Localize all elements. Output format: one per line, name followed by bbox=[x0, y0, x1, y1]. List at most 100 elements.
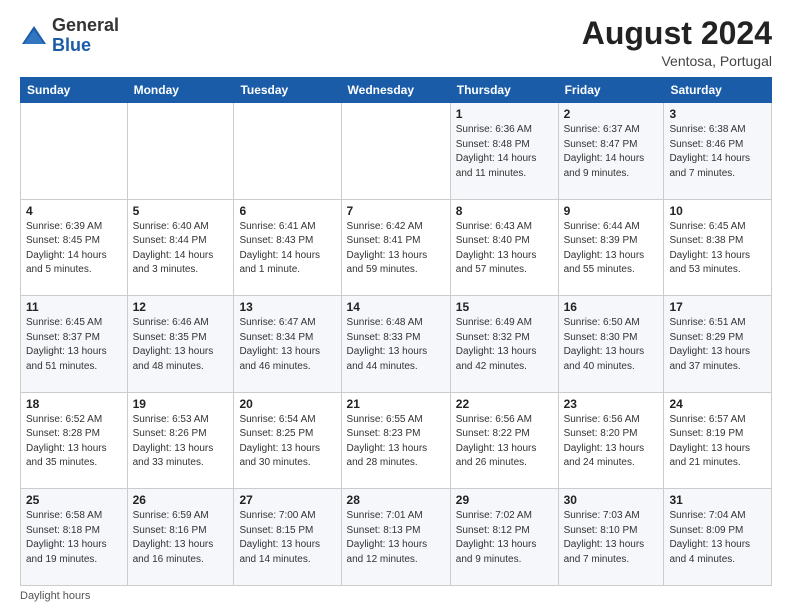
calendar-cell: 14 Sunrise: 6:48 AM Sunset: 8:33 PM Dayli… bbox=[341, 296, 450, 393]
week-row-4: 18 Sunrise: 6:52 AM Sunset: 8:28 PM Dayli… bbox=[21, 392, 772, 489]
title-block: August 2024 Ventosa, Portugal bbox=[582, 16, 772, 69]
calendar-cell: 8 Sunrise: 6:43 AM Sunset: 8:40 PM Daylig… bbox=[450, 199, 558, 296]
calendar-cell bbox=[234, 103, 341, 200]
day-info: Sunrise: 6:51 AM Sunset: 8:29 PM Dayligh… bbox=[669, 316, 766, 374]
day-number: 19 bbox=[133, 397, 229, 411]
day-number: 22 bbox=[456, 397, 553, 411]
day-number: 13 bbox=[239, 300, 335, 314]
day-info: Sunrise: 6:56 AM Sunset: 8:22 PM Dayligh… bbox=[456, 413, 553, 471]
calendar-cell bbox=[341, 103, 450, 200]
calendar-cell: 30Sunrise: 7:03 AM Sunset: 8:10 PM Dayli… bbox=[558, 489, 664, 586]
day-info: Sunrise: 6:58 AM Sunset: 8:18 PM Dayligh… bbox=[26, 509, 122, 567]
weekday-header-friday: Friday bbox=[558, 78, 664, 103]
day-info: Sunrise: 6:45 AM Sunset: 8:38 PM Dayligh… bbox=[669, 220, 766, 278]
day-info: Sunrise: 7:00 AM Sunset: 8:15 PM Dayligh… bbox=[239, 509, 335, 567]
day-number: 15 bbox=[456, 300, 553, 314]
day-number: 1 bbox=[456, 107, 553, 121]
logo: General Blue bbox=[20, 16, 119, 56]
day-number: 20 bbox=[239, 397, 335, 411]
day-number: 14 bbox=[347, 300, 445, 314]
day-number: 4 bbox=[26, 204, 122, 218]
day-number: 18 bbox=[26, 397, 122, 411]
day-info: Sunrise: 6:52 AM Sunset: 8:28 PM Dayligh… bbox=[26, 413, 122, 471]
day-number: 10 bbox=[669, 204, 766, 218]
week-row-1: 1 Sunrise: 6:36 AM Sunset: 8:48 PM Daylig… bbox=[21, 103, 772, 200]
day-info: Sunrise: 7:02 AM Sunset: 8:12 PM Dayligh… bbox=[456, 509, 553, 567]
day-info: Sunrise: 6:41 AM Sunset: 8:43 PM Dayligh… bbox=[239, 220, 335, 278]
calendar-cell: 28Sunrise: 7:01 AM Sunset: 8:13 PM Dayli… bbox=[341, 489, 450, 586]
day-info: Sunrise: 6:47 AM Sunset: 8:34 PM Dayligh… bbox=[239, 316, 335, 374]
day-number: 28 bbox=[347, 493, 445, 507]
calendar-cell: 13 Sunrise: 6:47 AM Sunset: 8:34 PM Dayli… bbox=[234, 296, 341, 393]
day-info: Sunrise: 7:03 AM Sunset: 8:10 PM Dayligh… bbox=[564, 509, 659, 567]
calendar-cell: 16 Sunrise: 6:50 AM Sunset: 8:30 PM Dayli… bbox=[558, 296, 664, 393]
weekday-header-tuesday: Tuesday bbox=[234, 78, 341, 103]
day-info: Sunrise: 6:37 AM Sunset: 8:47 PM Dayligh… bbox=[564, 123, 659, 181]
day-number: 16 bbox=[564, 300, 659, 314]
day-number: 8 bbox=[456, 204, 553, 218]
header: General Blue August 2024 Ventosa, Portug… bbox=[20, 16, 772, 69]
footer-note: Daylight hours bbox=[20, 590, 772, 602]
day-number: 9 bbox=[564, 204, 659, 218]
weekday-header-sunday: Sunday bbox=[21, 78, 128, 103]
calendar-cell: 22 Sunrise: 6:56 AM Sunset: 8:22 PM Dayli… bbox=[450, 392, 558, 489]
calendar-cell: 1 Sunrise: 6:36 AM Sunset: 8:48 PM Daylig… bbox=[450, 103, 558, 200]
calendar-cell bbox=[21, 103, 128, 200]
calendar-cell: 21 Sunrise: 6:55 AM Sunset: 8:23 PM Dayli… bbox=[341, 392, 450, 489]
calendar-cell: 18 Sunrise: 6:52 AM Sunset: 8:28 PM Dayli… bbox=[21, 392, 128, 489]
day-number: 27 bbox=[239, 493, 335, 507]
calendar-cell: 23 Sunrise: 6:56 AM Sunset: 8:20 PM Dayli… bbox=[558, 392, 664, 489]
weekday-header-row: SundayMondayTuesdayWednesdayThursdayFrid… bbox=[21, 78, 772, 103]
day-number: 2 bbox=[564, 107, 659, 121]
day-number: 7 bbox=[347, 204, 445, 218]
day-info: Sunrise: 6:53 AM Sunset: 8:26 PM Dayligh… bbox=[133, 413, 229, 471]
day-info: Sunrise: 6:48 AM Sunset: 8:33 PM Dayligh… bbox=[347, 316, 445, 374]
page: General Blue August 2024 Ventosa, Portug… bbox=[0, 0, 792, 612]
day-number: 21 bbox=[347, 397, 445, 411]
day-info: Sunrise: 6:36 AM Sunset: 8:48 PM Dayligh… bbox=[456, 123, 553, 181]
calendar-cell: 26Sunrise: 6:59 AM Sunset: 8:16 PM Dayli… bbox=[127, 489, 234, 586]
day-info: Sunrise: 6:42 AM Sunset: 8:41 PM Dayligh… bbox=[347, 220, 445, 278]
calendar-cell: 24 Sunrise: 6:57 AM Sunset: 8:19 PM Dayli… bbox=[664, 392, 772, 489]
calendar-cell: 4Sunrise: 6:39 AM Sunset: 8:45 PM Daylig… bbox=[21, 199, 128, 296]
day-info: Sunrise: 6:50 AM Sunset: 8:30 PM Dayligh… bbox=[564, 316, 659, 374]
day-info: Sunrise: 6:38 AM Sunset: 8:46 PM Dayligh… bbox=[669, 123, 766, 181]
calendar-cell: 19 Sunrise: 6:53 AM Sunset: 8:26 PM Dayli… bbox=[127, 392, 234, 489]
day-info: Sunrise: 6:44 AM Sunset: 8:39 PM Dayligh… bbox=[564, 220, 659, 278]
calendar-cell: 17 Sunrise: 6:51 AM Sunset: 8:29 PM Dayli… bbox=[664, 296, 772, 393]
calendar-cell: 20 Sunrise: 6:54 AM Sunset: 8:25 PM Dayli… bbox=[234, 392, 341, 489]
day-number: 25 bbox=[26, 493, 122, 507]
day-number: 5 bbox=[133, 204, 229, 218]
day-info: Sunrise: 6:57 AM Sunset: 8:19 PM Dayligh… bbox=[669, 413, 766, 471]
weekday-header-thursday: Thursday bbox=[450, 78, 558, 103]
calendar-cell: 5Sunrise: 6:40 AM Sunset: 8:44 PM Daylig… bbox=[127, 199, 234, 296]
calendar-cell: 7 Sunrise: 6:42 AM Sunset: 8:41 PM Daylig… bbox=[341, 199, 450, 296]
weekday-header-wednesday: Wednesday bbox=[341, 78, 450, 103]
week-row-5: 25 Sunrise: 6:58 AM Sunset: 8:18 PM Dayli… bbox=[21, 489, 772, 586]
week-row-2: 4Sunrise: 6:39 AM Sunset: 8:45 PM Daylig… bbox=[21, 199, 772, 296]
calendar: SundayMondayTuesdayWednesdayThursdayFrid… bbox=[20, 77, 772, 586]
day-info: Sunrise: 6:45 AM Sunset: 8:37 PM Dayligh… bbox=[26, 316, 122, 374]
day-info: Sunrise: 6:56 AM Sunset: 8:20 PM Dayligh… bbox=[564, 413, 659, 471]
calendar-cell: 11Sunrise: 6:45 AM Sunset: 8:37 PM Dayli… bbox=[21, 296, 128, 393]
calendar-cell: 15 Sunrise: 6:49 AM Sunset: 8:32 PM Dayli… bbox=[450, 296, 558, 393]
calendar-cell: 27 Sunrise: 7:00 AM Sunset: 8:15 PM Dayli… bbox=[234, 489, 341, 586]
calendar-cell: 29Sunrise: 7:02 AM Sunset: 8:12 PM Dayli… bbox=[450, 489, 558, 586]
day-info: Sunrise: 6:54 AM Sunset: 8:25 PM Dayligh… bbox=[239, 413, 335, 471]
day-number: 23 bbox=[564, 397, 659, 411]
day-info: Sunrise: 6:55 AM Sunset: 8:23 PM Dayligh… bbox=[347, 413, 445, 471]
day-number: 17 bbox=[669, 300, 766, 314]
day-info: Sunrise: 6:49 AM Sunset: 8:32 PM Dayligh… bbox=[456, 316, 553, 374]
logo-icon bbox=[20, 22, 48, 50]
calendar-cell: 25 Sunrise: 6:58 AM Sunset: 8:18 PM Dayli… bbox=[21, 489, 128, 586]
day-number: 24 bbox=[669, 397, 766, 411]
calendar-cell: 9 Sunrise: 6:44 AM Sunset: 8:39 PM Daylig… bbox=[558, 199, 664, 296]
calendar-cell: 10 Sunrise: 6:45 AM Sunset: 8:38 PM Dayli… bbox=[664, 199, 772, 296]
day-info: Sunrise: 6:46 AM Sunset: 8:35 PM Dayligh… bbox=[133, 316, 229, 374]
day-number: 12 bbox=[133, 300, 229, 314]
calendar-cell: 6 Sunrise: 6:41 AM Sunset: 8:43 PM Daylig… bbox=[234, 199, 341, 296]
day-number: 3 bbox=[669, 107, 766, 121]
month-year: August 2024 bbox=[582, 16, 772, 51]
day-info: Sunrise: 6:43 AM Sunset: 8:40 PM Dayligh… bbox=[456, 220, 553, 278]
day-number: 6 bbox=[239, 204, 335, 218]
